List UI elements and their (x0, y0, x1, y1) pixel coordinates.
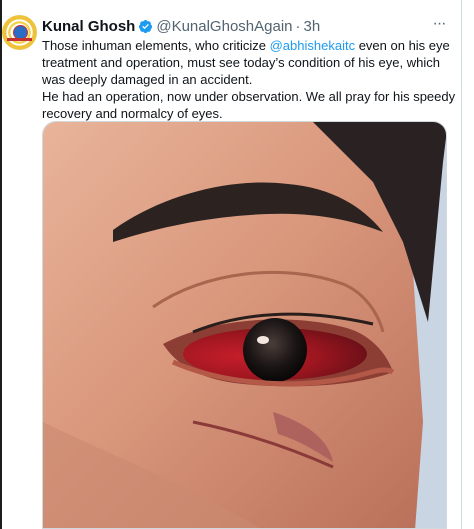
mention-link[interactable]: @abhishekaitc (270, 38, 355, 53)
tweet[interactable]: Kunal Ghosh @KunalGhoshAgain · 3h ··· Th… (0, 0, 474, 529)
user-handle[interactable]: @KunalGhoshAgain (156, 18, 292, 35)
tweet-text: Those inhuman elements, who criticize @a… (42, 37, 460, 122)
separator-dot: · (295, 17, 301, 35)
avatar[interactable] (2, 15, 37, 50)
timestamp[interactable]: 3h (304, 18, 321, 35)
verified-badge-icon (138, 19, 153, 34)
panel-gutter (462, 0, 474, 529)
more-options-icon[interactable]: ··· (428, 15, 450, 33)
tweet-paragraph-1: Those inhuman elements, who criticize @a… (42, 37, 460, 88)
eye-highlight (257, 336, 269, 344)
avatar-band (7, 38, 32, 41)
tweet-photo[interactable] (42, 121, 447, 529)
tweet-paragraph-2: He had an operation, now under observati… (42, 89, 456, 121)
display-name[interactable]: Kunal Ghosh (42, 18, 135, 35)
tweet-header: Kunal Ghosh @KunalGhoshAgain · 3h (42, 16, 320, 36)
window-edge (0, 0, 2, 529)
iris (243, 318, 307, 382)
tweet-text-part-1: Those inhuman elements, who criticize (42, 38, 270, 53)
